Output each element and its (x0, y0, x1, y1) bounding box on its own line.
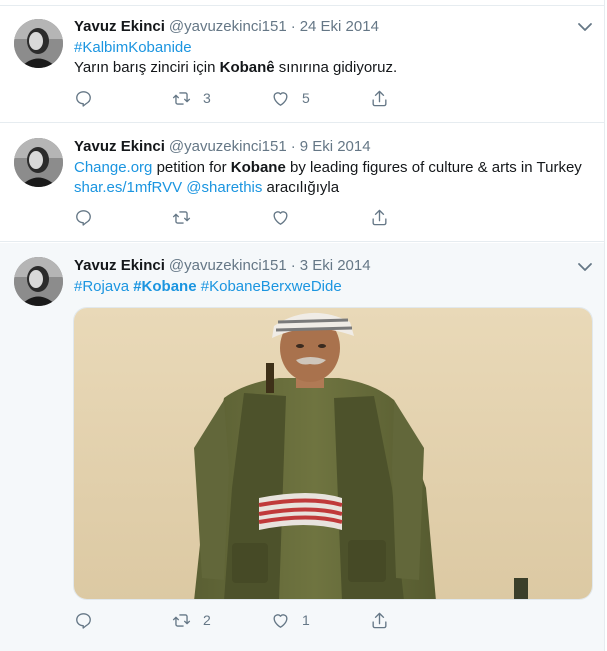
reply-icon (76, 612, 91, 629)
hashtag-link[interactable]: #KobaneBerxweDide (201, 278, 342, 295)
reply-icon (76, 209, 91, 226)
avatar-image (14, 257, 63, 306)
hashtag-link[interactable]: #Kobane (133, 278, 196, 295)
hashtag-link[interactable]: #Rojava (74, 278, 129, 295)
timeline: Yavuz Ekinci @yavuzekinci151 · 24 Eki 2014 … (0, 0, 607, 651)
tweet[interactable]: Yavuz Ekinci @yavuzekinci151 · 24 Eki 2014 … (0, 7, 604, 123)
share-icon (372, 209, 387, 225)
action-bar (74, 207, 394, 227)
retweet-count: 3 (203, 90, 211, 106)
tweet-text-line-2: shar.es/1mfRVV @sharethis aracılığıyla (74, 178, 594, 198)
retweet-button[interactable]: 2 (172, 610, 211, 630)
avatar-image (14, 19, 63, 68)
tweet-header: Yavuz Ekinci @yavuzekinci151 · 9 Eki 2014 (74, 137, 371, 157)
tweet[interactable]: Yavuz Ekinci @yavuzekinci151 · 9 Eki 2014 C… (0, 124, 604, 242)
tweet-text-line-2: Yarın barış zinciri için Kobanê sınırına… (74, 58, 594, 78)
mention-link[interactable]: @sharethis (186, 179, 262, 196)
share-icon (372, 90, 387, 106)
bold-keyword: Kobanê (219, 59, 275, 76)
tweet-date[interactable]: 9 Eki 2014 (300, 138, 371, 155)
tweet-text-line-1: #Rojava #Kobane #KobaneBerxweDide (74, 277, 594, 297)
like-count: 5 (302, 90, 310, 106)
retweet-icon (172, 91, 191, 105)
separator: · (290, 138, 296, 155)
hashtag-link[interactable]: #KalbimKobanide (74, 39, 192, 56)
author-handle[interactable]: @yavuzekinci151 (169, 257, 287, 274)
retweet-icon (172, 210, 191, 224)
text-segment: by leading figures of culture & arts in … (285, 159, 582, 176)
share-icon (372, 612, 387, 628)
separator: · (290, 257, 296, 274)
text-segment: Yarın barış zinciri için (74, 59, 220, 76)
tweet-date[interactable]: 3 Eki 2014 (300, 257, 371, 274)
retweet-button[interactable] (172, 207, 203, 227)
url-link[interactable]: Change.org (74, 159, 152, 176)
share-button[interactable] (370, 610, 389, 630)
reply-icon (76, 90, 91, 107)
like-button[interactable] (271, 207, 302, 227)
author-handle[interactable]: @yavuzekinci151 (169, 138, 287, 155)
avatar[interactable] (14, 138, 63, 187)
avatar[interactable] (14, 19, 63, 68)
action-bar: 2 1 (74, 610, 394, 630)
action-bar: 3 5 (74, 88, 394, 108)
reply-button[interactable] (74, 88, 93, 108)
tweet-media-photo[interactable] (73, 307, 593, 600)
like-count: 1 (302, 612, 310, 628)
share-button[interactable] (370, 88, 389, 108)
chevron-down-icon[interactable] (577, 259, 593, 275)
retweet-count: 2 (203, 612, 211, 628)
retweet-button[interactable]: 3 (172, 88, 211, 108)
tweet-text-line-1: #KalbimKobanide (74, 38, 594, 58)
tweet-header: Yavuz Ekinci @yavuzekinci151 · 3 Eki 2014 (74, 256, 371, 276)
text-segment: petition for (152, 159, 231, 176)
url-link[interactable]: shar.es/1mfRVV (74, 179, 182, 196)
like-button[interactable]: 1 (271, 610, 310, 630)
avatar[interactable] (14, 257, 63, 306)
column-border (604, 0, 605, 651)
tweet-text-line-1: Change.org petition for Kobane by leadin… (74, 158, 594, 178)
retweet-icon (172, 613, 191, 627)
author-name[interactable]: Yavuz Ekinci (74, 138, 165, 155)
tweet-header: Yavuz Ekinci @yavuzekinci151 · 24 Eki 2014 (74, 17, 379, 37)
author-handle[interactable]: @yavuzekinci151 (169, 18, 287, 35)
avatar-image (14, 138, 63, 187)
heart-icon (273, 210, 288, 225)
photo-illustration (74, 308, 592, 599)
top-divider (0, 0, 604, 6)
author-name[interactable]: Yavuz Ekinci (74, 257, 165, 274)
tweet-date[interactable]: 24 Eki 2014 (300, 18, 379, 35)
reply-button[interactable] (74, 207, 93, 227)
reply-button[interactable] (74, 610, 93, 630)
heart-icon (273, 91, 288, 106)
author-name[interactable]: Yavuz Ekinci (74, 18, 165, 35)
bold-keyword: Kobane (230, 159, 286, 176)
like-button[interactable]: 5 (271, 88, 310, 108)
heart-icon (273, 613, 288, 628)
text-segment: sınırına gidiyoruz. (274, 59, 398, 76)
share-button[interactable] (370, 207, 389, 227)
chevron-down-icon[interactable] (577, 19, 593, 35)
separator: · (290, 18, 296, 35)
text-segment: aracılığıyla (262, 179, 340, 196)
